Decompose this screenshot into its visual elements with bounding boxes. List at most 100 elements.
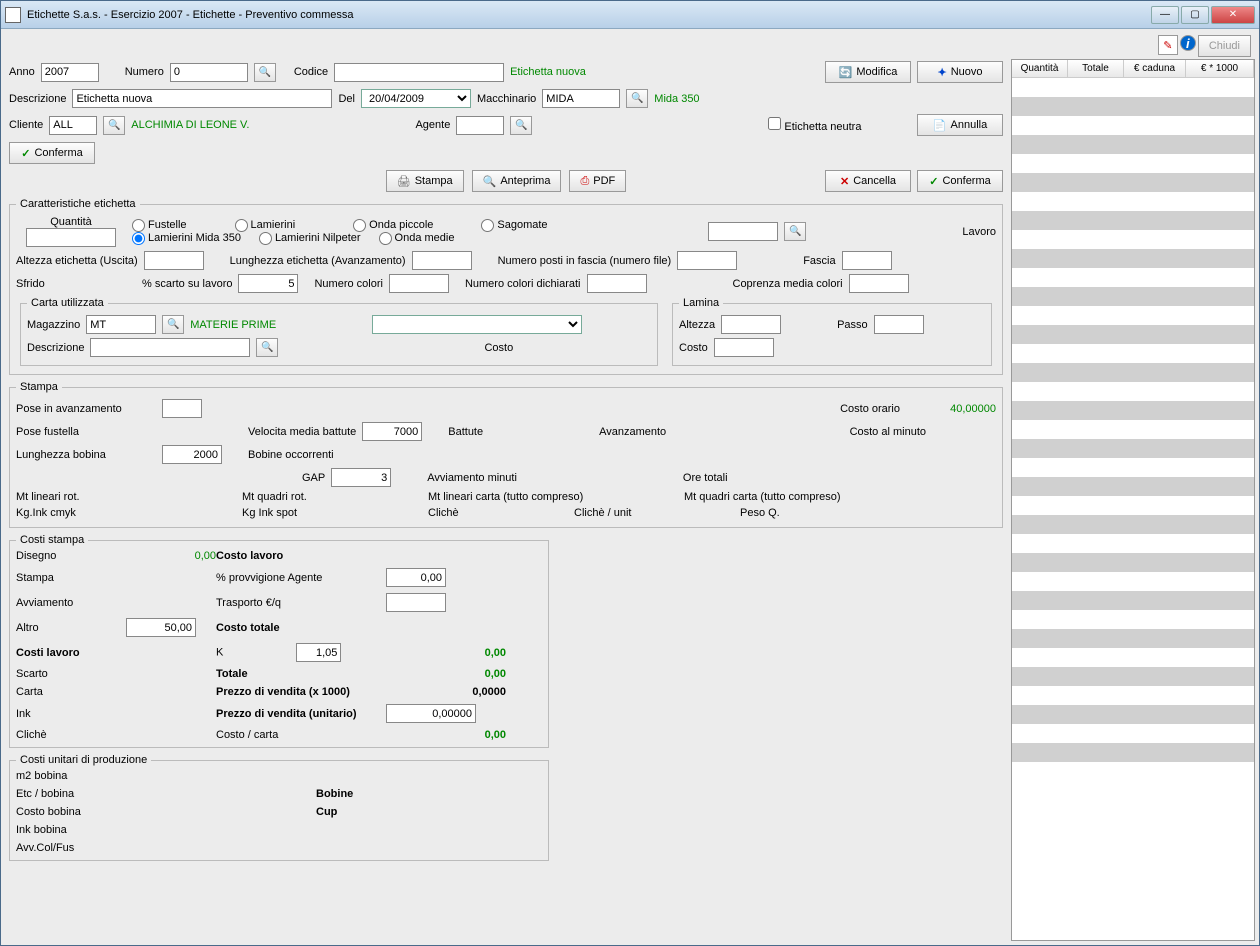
costi-lavoro-label: Costi lavoro <box>16 647 126 659</box>
magazzino-label: Magazzino <box>27 319 80 331</box>
pdf-button[interactable]: ⎙PDF <box>569 170 626 192</box>
close-button[interactable]: ✕ <box>1211 6 1255 24</box>
minimize-button[interactable]: — <box>1151 6 1179 24</box>
macchinario-search-icon[interactable]: 🔍 <box>626 89 648 108</box>
magazzino-search-icon[interactable]: 🔍 <box>162 315 184 334</box>
carta-combo[interactable] <box>372 315 582 334</box>
carta-descrizione-label: Descrizione <box>27 342 84 354</box>
carta-fieldset: Carta utilizzata Magazzino 🔍 MATERIE PRI… <box>20 297 658 366</box>
conferma-button-2[interactable]: ✓Conferma <box>917 170 1003 192</box>
onda-medie-radio[interactable] <box>379 232 392 245</box>
anno-input[interactable] <box>41 63 99 82</box>
lamierini-radio[interactable] <box>235 219 248 232</box>
info-icon[interactable]: i <box>1180 35 1196 51</box>
maximize-button[interactable]: ▢ <box>1181 6 1209 24</box>
gap-label: GAP <box>302 472 325 484</box>
numero-input[interactable] <box>170 63 248 82</box>
trasporto-input[interactable] <box>386 593 446 612</box>
lamina-altezza-input[interactable] <box>721 315 781 334</box>
onda-piccole-radio[interactable] <box>353 219 366 232</box>
peso-q-label: Peso Q. <box>740 507 780 519</box>
costi-unitari-fieldset: Costi unitari di produzione m2 bobina Et… <box>9 754 549 861</box>
scarto-cost-label: Scarto <box>16 668 126 680</box>
costo-orario-value: 40,00000 <box>926 403 996 415</box>
battute-label: Battute <box>448 426 483 438</box>
ore-tot-label: Ore totali <box>683 472 728 484</box>
lungh-bob-input[interactable] <box>162 445 222 464</box>
cliente-input[interactable] <box>49 116 97 135</box>
altro-input[interactable] <box>126 618 196 637</box>
trasporto-label: Trasporto €/q <box>216 597 386 609</box>
codice-label: Codice <box>294 66 328 78</box>
lavoro-search-icon[interactable]: 🔍 <box>784 222 806 241</box>
descrizione-input[interactable] <box>72 89 332 108</box>
cliche-label: Clichè <box>428 507 568 519</box>
modifica-button[interactable]: 🔄Modifica <box>825 61 911 83</box>
descrizione-label: Descrizione <box>9 93 66 105</box>
stampa-button[interactable]: 🖨Stampa <box>386 170 464 192</box>
avv-col-fus-label: Avv.Col/Fus <box>16 842 316 854</box>
altezza-etichetta-input[interactable] <box>144 251 204 270</box>
caratteristiche-legend: Caratteristiche etichetta <box>16 198 140 210</box>
ncolori-dich-label: Numero colori dichiarati <box>465 278 581 290</box>
ncolori-input[interactable] <box>389 274 449 293</box>
fascia-input[interactable] <box>842 251 892 270</box>
macchinario-input[interactable] <box>542 89 620 108</box>
ncolori-dich-input[interactable] <box>587 274 647 293</box>
magazzino-input[interactable] <box>86 315 156 334</box>
cliente-search-icon[interactable]: 🔍 <box>103 116 125 135</box>
lamina-costo-input[interactable] <box>714 338 774 357</box>
codice-input[interactable] <box>334 63 504 82</box>
carta-descrizione-search-icon[interactable]: 🔍 <box>256 338 278 357</box>
stampa-cost-label: Stampa <box>16 572 126 584</box>
costo-bobina-label: Costo bobina <box>16 806 316 818</box>
quantita-input[interactable] <box>26 228 116 247</box>
app-icon <box>5 7 21 23</box>
costo-carta-label: Costo / carta <box>216 729 386 741</box>
m2-bobina-label: m2 bobina <box>16 770 316 782</box>
sagomate-radio[interactable] <box>481 219 494 232</box>
numero-label: Numero <box>125 66 164 78</box>
cliente-desc: ALCHIMIA DI LEONE V. <box>131 119 249 131</box>
vel-input[interactable] <box>362 422 422 441</box>
scarto-input[interactable] <box>238 274 298 293</box>
etichetta-neutra-checkbox[interactable] <box>768 117 781 130</box>
lunghezza-etichetta-input[interactable] <box>412 251 472 270</box>
annulla-button[interactable]: 📄Annulla <box>917 114 1003 136</box>
posti-fascia-input[interactable] <box>677 251 737 270</box>
bobine-label: Bobine <box>316 788 516 800</box>
nuovo-button[interactable]: ✦Nuovo <box>917 61 1003 83</box>
numero-search-icon[interactable]: 🔍 <box>254 63 276 82</box>
lamierini-mida-radio[interactable] <box>132 232 145 245</box>
lavoro-input[interactable] <box>708 222 778 241</box>
costo-min-label: Costo al minuto <box>850 426 926 438</box>
lamina-passo-input[interactable] <box>874 315 924 334</box>
cliche-unit-label: Clichè / unit <box>574 507 734 519</box>
help-print-icon[interactable]: ✎ <box>1158 35 1178 55</box>
window-title: Etichette S.a.s. - Esercizio 2007 - Etic… <box>27 9 1151 21</box>
agente-input[interactable] <box>456 116 504 135</box>
anteprima-button[interactable]: 🔍Anteprima <box>472 170 562 192</box>
coprenza-input[interactable] <box>849 274 909 293</box>
agente-search-icon[interactable]: 🔍 <box>510 116 532 135</box>
lamierini-nilpeter-radio[interactable] <box>259 232 272 245</box>
gap-input[interactable] <box>331 468 391 487</box>
carta-descrizione-input[interactable] <box>90 338 250 357</box>
del-select[interactable]: 20/04/2009 <box>361 89 471 108</box>
prezzo-unit-input[interactable] <box>386 704 476 723</box>
cancella-button[interactable]: ✕Cancella <box>825 170 911 192</box>
costo-totale-hdr: Costo totale <box>216 622 506 634</box>
lamina-costo-label: Costo <box>679 342 708 354</box>
k-input[interactable] <box>296 643 341 662</box>
grid-body[interactable] <box>1012 78 1254 781</box>
pose-avz-input[interactable] <box>162 399 202 418</box>
prezzo-x1000-value: 0,0000 <box>386 686 506 698</box>
results-grid: Quantità Totale € caduna € * 1000 <box>1011 59 1255 941</box>
fascia-label: Fascia <box>803 255 835 267</box>
stampa-fieldset: Stampa Pose in avanzamento Costo orario … <box>9 381 1003 528</box>
fustelle-radio[interactable] <box>132 219 145 232</box>
provv-input[interactable] <box>386 568 446 587</box>
conferma-button-1[interactable]: ✓Conferma <box>9 142 95 164</box>
titlebar: Etichette S.a.s. - Esercizio 2007 - Etic… <box>1 1 1259 29</box>
chiudi-button[interactable]: Chiudi <box>1198 35 1251 57</box>
